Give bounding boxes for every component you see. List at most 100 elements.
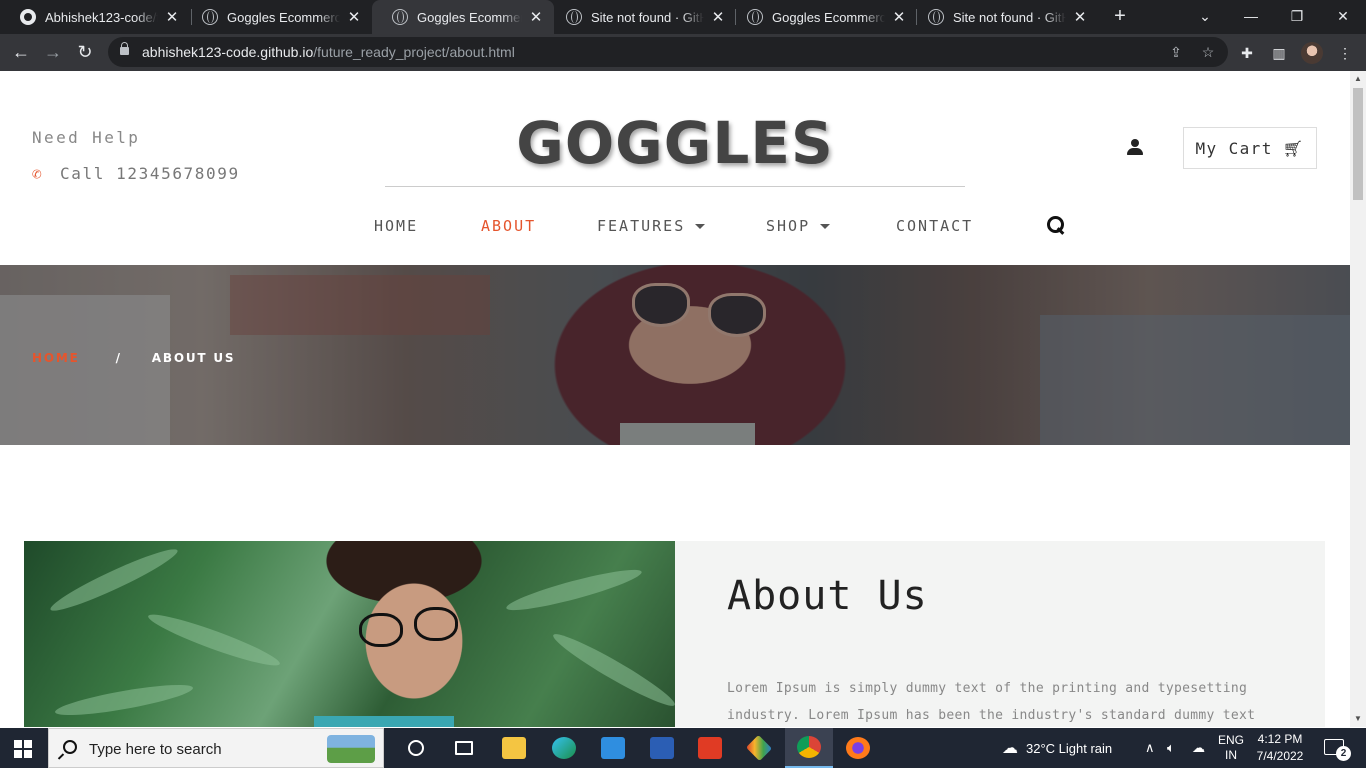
logo-divider (385, 186, 965, 187)
nav-shop-dropdown[interactable]: SHOP (766, 217, 831, 235)
hero-banner: HOME / ABOUT US (0, 265, 1350, 445)
address-bar[interactable]: abhishek123-code.github.io/future_ready_… (108, 37, 1228, 67)
close-tab-icon[interactable]: ✕ (164, 8, 180, 26)
globe-icon (747, 9, 763, 25)
forward-icon[interactable]: → (40, 40, 66, 66)
taskbar-search-placeholder: Type here to search (89, 741, 222, 758)
tab-title: Goggles Ecommerce (417, 9, 522, 25)
edge-browser-icon[interactable] (540, 728, 588, 768)
clock[interactable]: 4:12 PM 7/4/2022 (1250, 731, 1310, 765)
tab-title: Abhishek123-code/future_ready_project (45, 9, 158, 25)
lock-icon[interactable] (120, 42, 129, 55)
browser-tab-1[interactable]: Abhishek123-code/future_ready_project ✕ (0, 0, 190, 34)
browser-tab-5[interactable]: Goggles Ecommerce ✕ (727, 0, 917, 34)
browser-tab-3-active[interactable]: Goggles Ecommerce ✕ (372, 0, 554, 34)
search-icon (63, 740, 77, 754)
task-view-icon[interactable] (440, 728, 488, 768)
volume-icon[interactable]: 🔈︎ (1167, 728, 1175, 768)
browser-tab-4[interactable]: Site not found · GitHub Pages ✕ (546, 0, 736, 34)
globe-icon (928, 9, 944, 25)
scroll-down-icon[interactable]: ▼ (1350, 711, 1366, 727)
nav-home[interactable]: HOME (374, 217, 418, 235)
extensions-icon[interactable]: ✚ (1236, 42, 1258, 64)
tab-title: Goggles Ecommerce (772, 9, 885, 25)
file-explorer-icon[interactable] (490, 728, 538, 768)
about-heading: About Us (727, 573, 928, 619)
onedrive-icon[interactable]: ☁ (1192, 728, 1205, 768)
notifications-icon[interactable]: 2 (1324, 739, 1351, 761)
main-nav: HOME ABOUT FEATURES SHOP CONTACT (0, 217, 1350, 241)
web-page: Need Help ✆ Call 12345678099 GOGGLES My … (0, 71, 1350, 727)
globe-icon (566, 9, 582, 25)
user-account-icon[interactable] (1126, 138, 1144, 156)
breadcrumb-current: ABOUT US (151, 351, 236, 365)
close-tab-icon[interactable]: ✕ (710, 8, 726, 26)
profile-avatar[interactable] (1301, 42, 1323, 64)
weather-widget[interactable]: ☁ 32°C Light rain (1002, 728, 1112, 768)
clock-date: 7/4/2022 (1256, 749, 1304, 763)
side-panel-icon[interactable]: ▥ (1268, 42, 1290, 64)
taskbar-search-box[interactable]: Type here to search (48, 728, 384, 768)
browser-tab-strip: Abhishek123-code/future_ready_project ✕ … (0, 0, 1366, 34)
caret-down-icon (695, 223, 706, 229)
windows-start-icon[interactable] (14, 740, 32, 758)
search-icon[interactable] (1046, 215, 1066, 235)
close-tab-icon[interactable]: ✕ (346, 8, 362, 26)
rain-cloud-icon: ☁ (1002, 740, 1018, 757)
shopping-cart-icon: 🛒︎ (1282, 138, 1305, 158)
site-logo[interactable]: GOGGLES (385, 109, 965, 177)
windows-taskbar: Type here to search ☁ 32°C Light rain ∧ … (0, 728, 1366, 768)
close-window-icon[interactable]: ✕ (1320, 0, 1366, 34)
clock-time: 4:12 PM (1257, 732, 1303, 746)
about-image (24, 541, 675, 727)
notification-count: 2 (1336, 746, 1351, 761)
firefox-icon[interactable] (834, 728, 882, 768)
tab-search-icon[interactable]: ⌄ (1182, 0, 1228, 34)
url-text[interactable]: abhishek123-code.github.io/future_ready_… (142, 44, 515, 60)
language-indicator[interactable]: ENG IN (1218, 728, 1244, 768)
share-icon[interactable]: ⇪ (1166, 42, 1186, 62)
vscode-icon[interactable] (589, 728, 637, 768)
menu-kebab-icon[interactable]: ⋮ (1334, 42, 1356, 64)
nav-features-dropdown[interactable]: FEATURES (597, 217, 706, 235)
office-icon[interactable] (686, 728, 734, 768)
bookmark-star-icon[interactable]: ☆ (1198, 42, 1218, 62)
minimize-icon[interactable]: — (1228, 0, 1274, 34)
cortana-icon[interactable] (392, 728, 440, 768)
close-tab-icon[interactable]: ✕ (1072, 8, 1088, 26)
breadcrumb-separator: / (115, 351, 122, 365)
scrollbar-thumb[interactable] (1353, 88, 1363, 200)
weather-text: 32°C Light rain (1026, 740, 1113, 756)
breadcrumb-home-link[interactable]: HOME (32, 351, 80, 365)
chrome-icon[interactable] (785, 728, 833, 768)
globe-icon (202, 9, 218, 25)
reload-icon[interactable]: ↻ (72, 40, 98, 66)
scroll-up-icon[interactable]: ▲ (1350, 71, 1366, 87)
tab-title: Goggles Ecommerce (227, 9, 340, 25)
github-icon (20, 9, 36, 25)
tab-title: Site not found · GitHub Pages (953, 9, 1066, 25)
show-hidden-icons-icon[interactable]: ∧ (1145, 728, 1155, 768)
close-tab-icon[interactable]: ✕ (528, 8, 544, 26)
eyeglasses-graphic (359, 613, 403, 647)
word-icon[interactable] (638, 728, 686, 768)
breadcrumb: HOME / ABOUT US (32, 351, 235, 365)
caret-down-icon (820, 223, 831, 229)
browser-tab-2[interactable]: Goggles Ecommerce ✕ (182, 0, 372, 34)
close-tab-icon[interactable]: ✕ (891, 8, 907, 26)
globe-icon (392, 9, 408, 25)
call-number: Call 12345678099 (60, 164, 240, 183)
phone-icon: ✆ (32, 163, 42, 183)
browser-tab-6[interactable]: Site not found · GitHub Pages ✕ (908, 0, 1098, 34)
restore-icon[interactable]: ❐ (1274, 0, 1320, 34)
back-icon[interactable]: ← (8, 40, 34, 66)
nav-contact[interactable]: CONTACT (896, 217, 973, 235)
browser-toolbar: ← → ↻ abhishek123-code.github.io/future_… (0, 34, 1366, 71)
git-tool-icon[interactable] (735, 728, 783, 768)
news-widget-icon[interactable] (327, 735, 375, 763)
my-cart-button[interactable]: My Cart 🛒︎ (1183, 127, 1317, 169)
need-help-label: Need Help (32, 128, 141, 147)
nav-about[interactable]: ABOUT (481, 217, 536, 235)
new-tab-icon[interactable]: + (1108, 5, 1132, 29)
page-scrollbar[interactable]: ▲ ▼ (1350, 71, 1366, 727)
